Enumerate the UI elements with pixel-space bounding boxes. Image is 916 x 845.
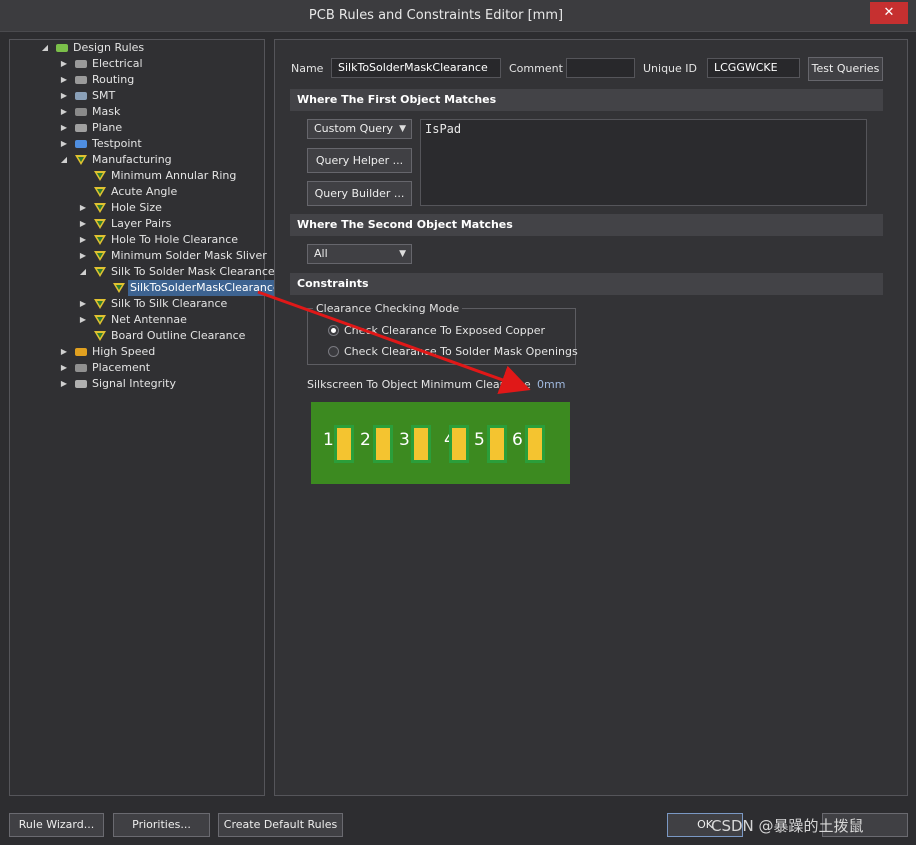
annotation-arrow-icon: [257, 290, 531, 394]
watermark: CSDN @暴躁的土拨鼠: [711, 817, 864, 835]
rule-wizard-button[interactable]: Rule Wizard...: [9, 813, 104, 837]
create-default-rules-button[interactable]: Create Default Rules: [218, 813, 343, 837]
priorities-button[interactable]: Priorities...: [113, 813, 210, 837]
